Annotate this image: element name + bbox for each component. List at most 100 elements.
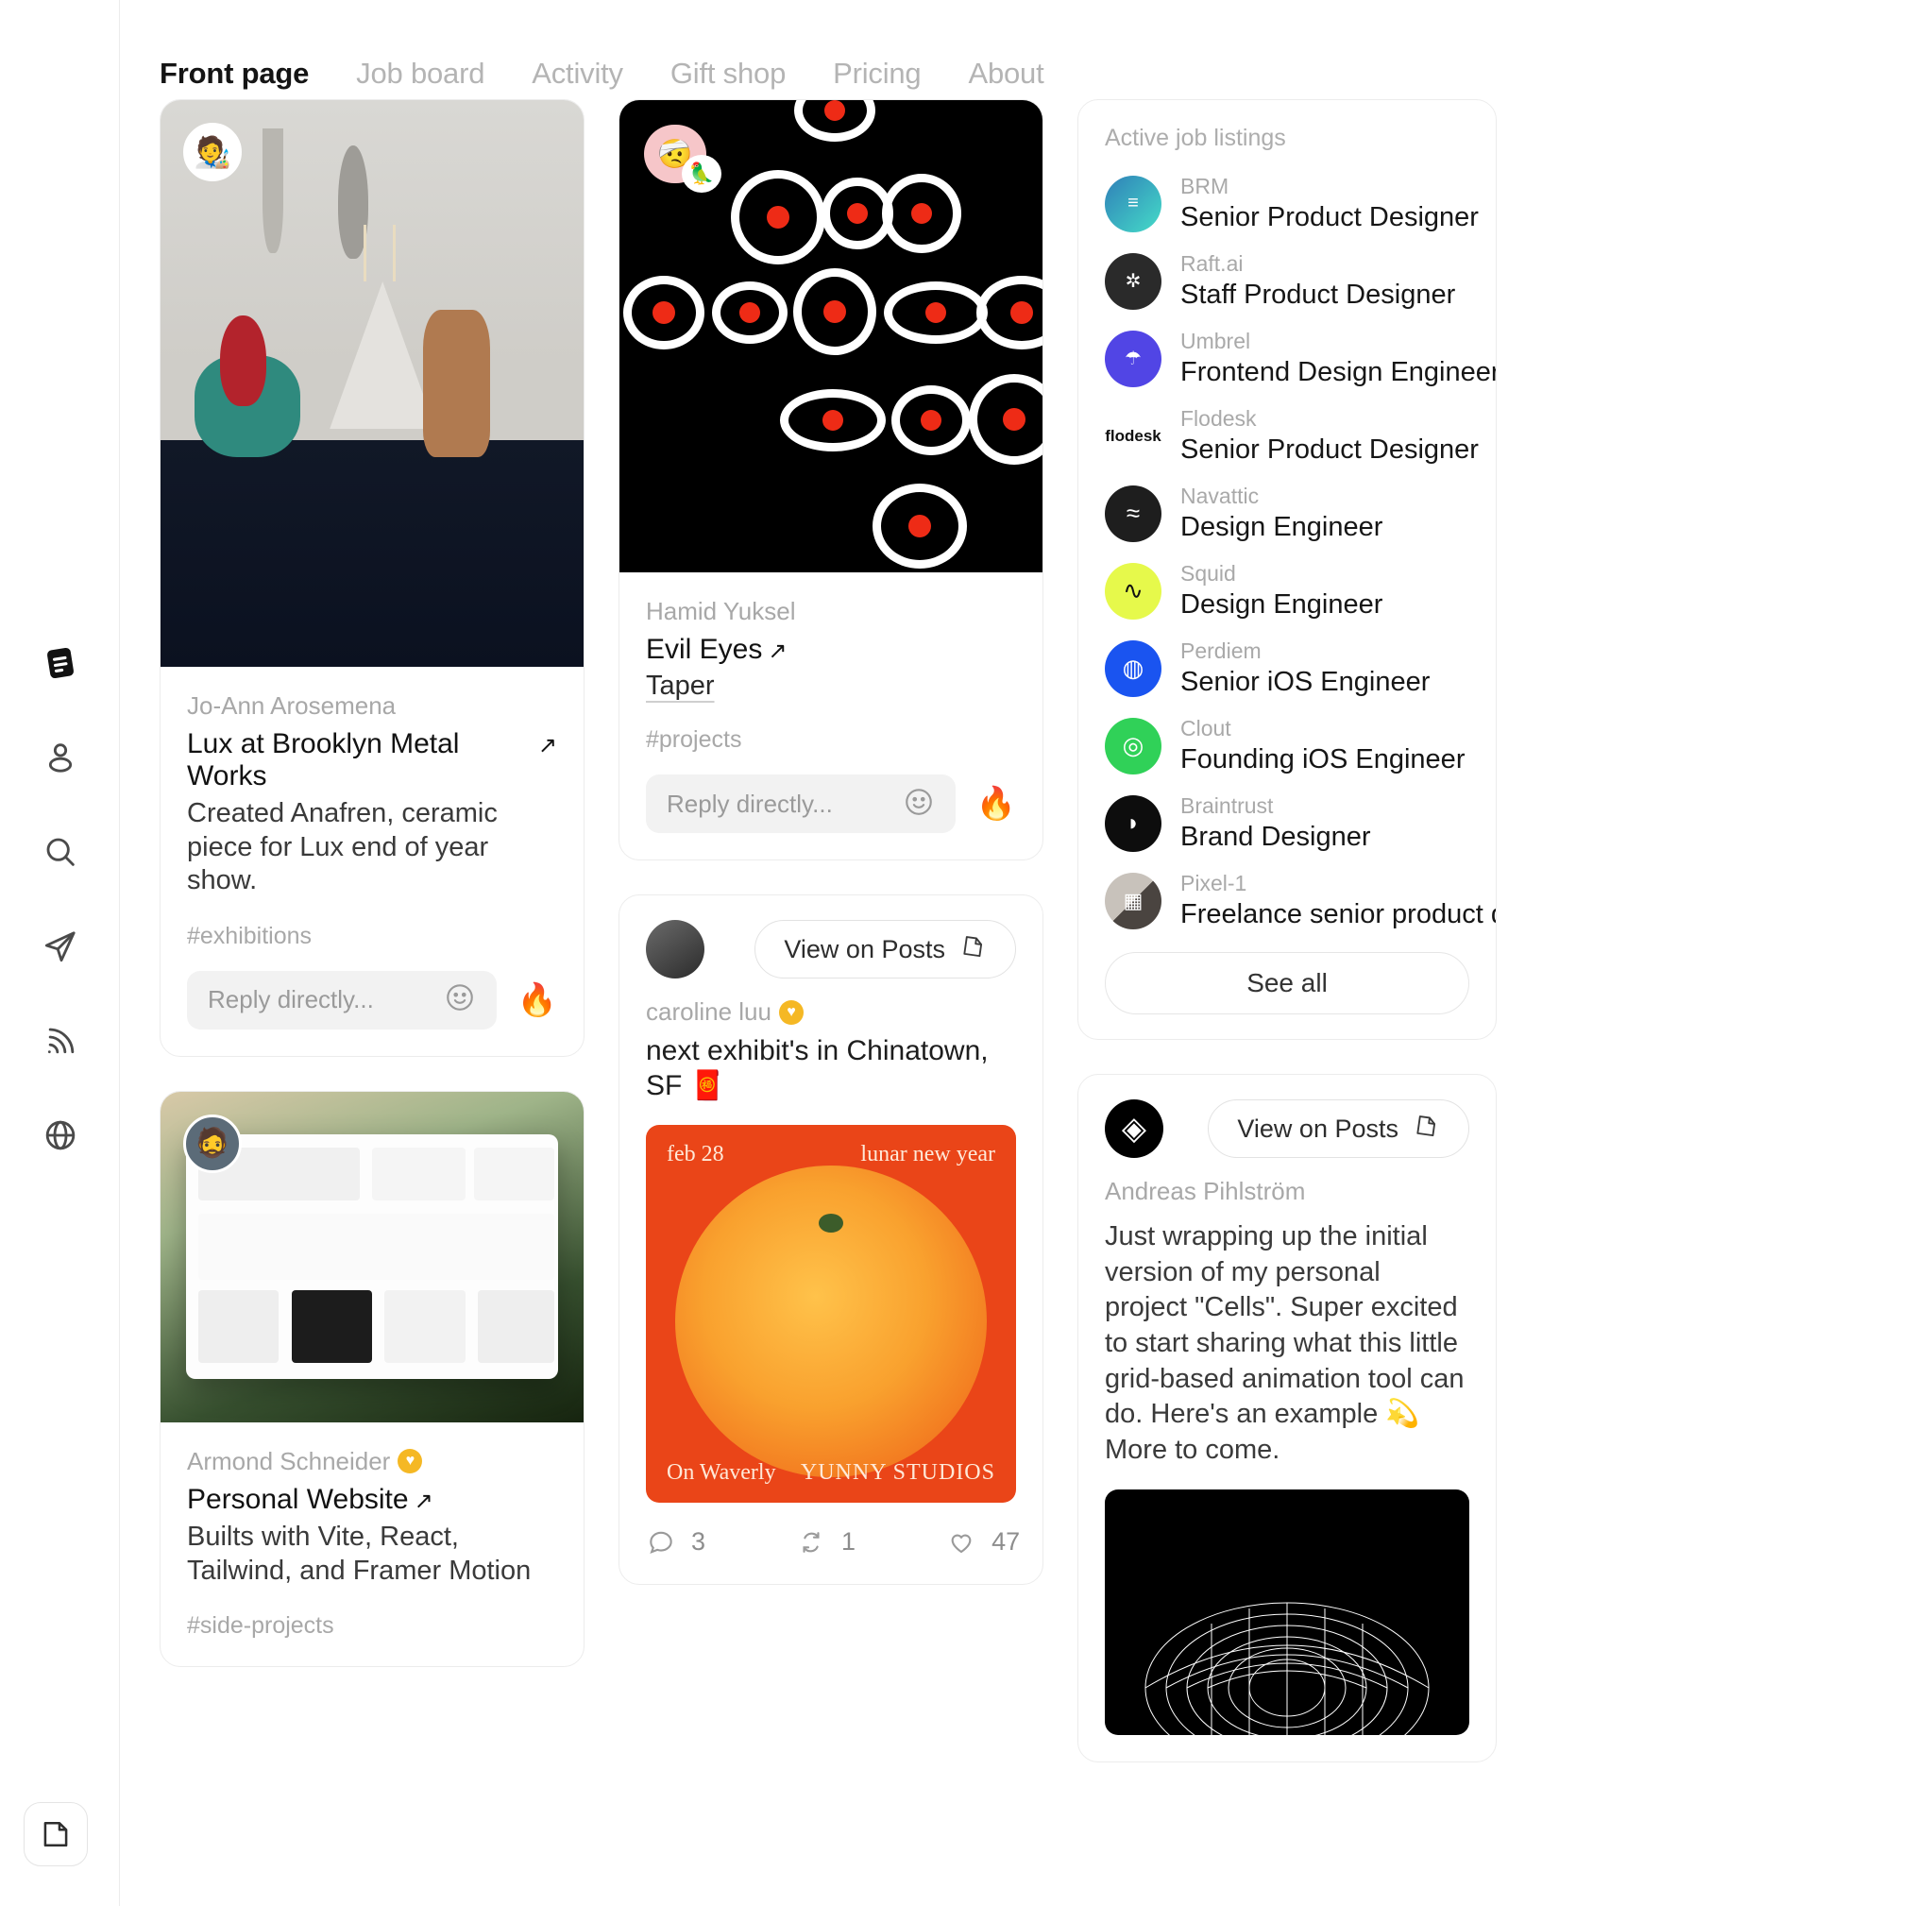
repost-count: 1 — [841, 1527, 856, 1557]
reply-placeholder: Reply directly... — [667, 789, 833, 818]
comment-action[interactable]: 3 — [646, 1527, 705, 1557]
job-list-item[interactable]: ◗ Braintrust Brand Designer — [1105, 792, 1469, 854]
like-action[interactable]: 47 — [946, 1527, 1020, 1557]
view-on-posts-label: View on Posts — [1237, 1114, 1398, 1143]
post-subtitle[interactable]: Taper — [646, 671, 1016, 702]
post-title-row[interactable]: Personal Website ↗ — [187, 1484, 557, 1516]
fire-reaction-icon[interactable]: 🔥 — [976, 788, 1016, 820]
compose-note-button[interactable] — [24, 1802, 88, 1866]
post-title: Evil Eyes — [646, 634, 763, 665]
poster-date: feb 28 — [667, 1141, 724, 1166]
company-logo-icon: ≡ — [1105, 175, 1161, 232]
reply-input[interactable]: Reply directly... — [187, 970, 497, 1030]
feed-icon[interactable] — [40, 642, 81, 684]
company-logo-icon: ▦ — [1105, 872, 1161, 929]
post-card-personal-website[interactable]: 🧔 Armond Schneider ♥ Personal Website ↗ … — [160, 1090, 585, 1668]
job-list-item[interactable]: ≈ Navattic Design Engineer — [1105, 483, 1469, 544]
job-list-item[interactable]: flodesk Flodesk Senior Product Designer — [1105, 405, 1479, 467]
post-text: Just wrapping up the initial version of … — [1105, 1221, 1465, 1466]
post-image-poster: feb 28 lunar new year On Waverly YUNNY S… — [646, 1124, 1016, 1503]
job-list-item[interactable]: ◎ Clout Founding iOS Engineer — [1105, 715, 1469, 776]
app-root: Front page Job board Activity Gift shop … — [0, 0, 1932, 1906]
external-link-icon: ↗ — [537, 733, 557, 758]
post-title-row[interactable]: Lux at Brooklyn Metal Works ↗ — [187, 728, 557, 792]
post-body: Created Anafren, ceramic piece for Lux e… — [187, 798, 498, 896]
post-body: Builts with Vite, React, Tailwind, and F… — [187, 1521, 532, 1586]
post-card-lux[interactable]: 🧑‍🎨 Jo-Ann Arosemena Lux at Brooklyn Met… — [160, 99, 585, 1057]
job-role: Brand Designer — [1180, 821, 1371, 852]
fire-reaction-icon[interactable]: 🔥 — [517, 984, 557, 1016]
smiley-icon[interactable] — [444, 981, 476, 1018]
job-company: Raft.ai — [1180, 251, 1244, 276]
nav-item-activity[interactable]: Activity — [532, 57, 623, 91]
rail-icon-list — [0, 642, 120, 1156]
post-card-andreas[interactable]: ◈ View on Posts Andreas Pihlström Just w… — [1077, 1074, 1497, 1762]
job-company: Navattic — [1180, 484, 1260, 508]
active-job-listings-panel: Active job listings ≡ BRM Senior Product… — [1077, 99, 1497, 1040]
top-nav: Front page Job board Activity Gift shop … — [120, 0, 1932, 99]
job-list-item[interactable]: ∿ Squid Design Engineer — [1105, 560, 1469, 621]
job-list-item[interactable]: ▦ Pixel-1 Freelance senior product desi… — [1105, 870, 1496, 931]
nav-item-front-page[interactable]: Front page — [160, 57, 309, 91]
post-title-row[interactable]: Evil Eyes ↗ — [646, 634, 1016, 666]
main-area: Front page Job board Activity Gift shop … — [120, 0, 1932, 1906]
repost-action[interactable]: 1 — [796, 1527, 856, 1557]
feed-column-left: 🧑‍🎨 Jo-Ann Arosemena Lux at Brooklyn Met… — [160, 99, 585, 1762]
job-list-item[interactable]: ◍ Perdiem Senior iOS Engineer — [1105, 638, 1469, 699]
job-list-item[interactable]: ✲ Raft.ai Staff Product Designer — [1105, 250, 1469, 312]
post-tag[interactable]: #side-projects — [187, 1612, 557, 1640]
post-image-lux: 🧑‍🎨 — [161, 100, 584, 667]
external-link-icon: ↗ — [768, 638, 788, 664]
job-list-item[interactable]: ☂ Umbrel Frontend Design Engineer — [1105, 328, 1496, 389]
post-card-caroline[interactable]: View on Posts caroline luu ♥ next exhibi… — [619, 894, 1043, 1585]
avatar: 🤕 🦜 — [644, 125, 721, 193]
verified-heart-icon: ♥ — [398, 1449, 423, 1474]
reply-row: Reply directly... 🔥 — [187, 970, 557, 1030]
post-author: caroline luu ♥ — [646, 997, 1016, 1027]
orange-illustration — [675, 1165, 987, 1477]
reply-input[interactable]: Reply directly... — [646, 774, 956, 833]
job-role: Design Engineer — [1180, 511, 1383, 542]
job-role: Founding iOS Engineer — [1180, 743, 1466, 774]
post-author-name: Armond Schneider — [187, 1446, 391, 1475]
company-logo-icon: ☂ — [1105, 330, 1161, 387]
nav-item-pricing[interactable]: Pricing — [833, 57, 922, 91]
post-title: Lux at Brooklyn Metal Works — [187, 728, 460, 791]
job-company: Perdiem — [1180, 638, 1262, 663]
company-logo-icon: flodesk — [1105, 407, 1161, 465]
post-author: Hamid Yuksel — [646, 597, 796, 625]
rss-icon[interactable] — [40, 1020, 81, 1062]
see-all-jobs-button[interactable]: See all — [1105, 952, 1469, 1014]
job-role: Frontend Design Engineer — [1180, 356, 1497, 387]
globe-icon[interactable] — [40, 1115, 81, 1156]
profile-icon[interactable] — [40, 737, 81, 778]
job-role: Staff Product Designer — [1180, 279, 1456, 310]
post-card-evil-eyes[interactable]: 🤕 🦜 Hamid Yuksel Evil Eyes ↗ Taper #proje… — [619, 99, 1043, 860]
post-tag[interactable]: #projects — [646, 726, 1016, 754]
post-image-evil-eyes: 🤕 🦜 — [619, 100, 1042, 572]
poster-occasion: lunar new year — [860, 1141, 995, 1166]
job-company: BRM — [1180, 174, 1229, 198]
smiley-icon[interactable] — [903, 786, 935, 823]
reply-placeholder: Reply directly... — [208, 985, 374, 1014]
view-on-posts-button[interactable]: View on Posts — [1208, 1099, 1469, 1158]
posts-app-icon — [1412, 1112, 1440, 1147]
send-icon[interactable] — [40, 926, 81, 967]
feed-column-middle: 🤕 🦜 Hamid Yuksel Evil Eyes ↗ Taper #proje… — [619, 99, 1043, 1762]
engagement-bar: 3 1 47 — [646, 1527, 1020, 1557]
external-link-icon: ↗ — [414, 1488, 433, 1514]
post-header: ◈ View on Posts — [1105, 1099, 1469, 1158]
post-author-name: caroline luu — [646, 997, 771, 1026]
post-author: Armond Schneider ♥ — [187, 1447, 557, 1476]
post-author: Andreas Pihlström — [1105, 1177, 1306, 1205]
nav-item-about[interactable]: About — [968, 57, 1043, 91]
job-role: Senior Product Designer — [1180, 434, 1479, 465]
post-tag[interactable]: #exhibitions — [187, 923, 557, 950]
post-header: View on Posts — [646, 920, 1016, 979]
job-list-item[interactable]: ≡ BRM Senior Product Designer — [1105, 173, 1479, 234]
view-on-posts-button[interactable]: View on Posts — [754, 920, 1016, 979]
nav-item-job-board[interactable]: Job board — [356, 57, 484, 91]
posts-app-icon — [958, 932, 987, 967]
search-icon[interactable] — [40, 831, 81, 873]
nav-item-gift-shop[interactable]: Gift shop — [670, 57, 786, 91]
